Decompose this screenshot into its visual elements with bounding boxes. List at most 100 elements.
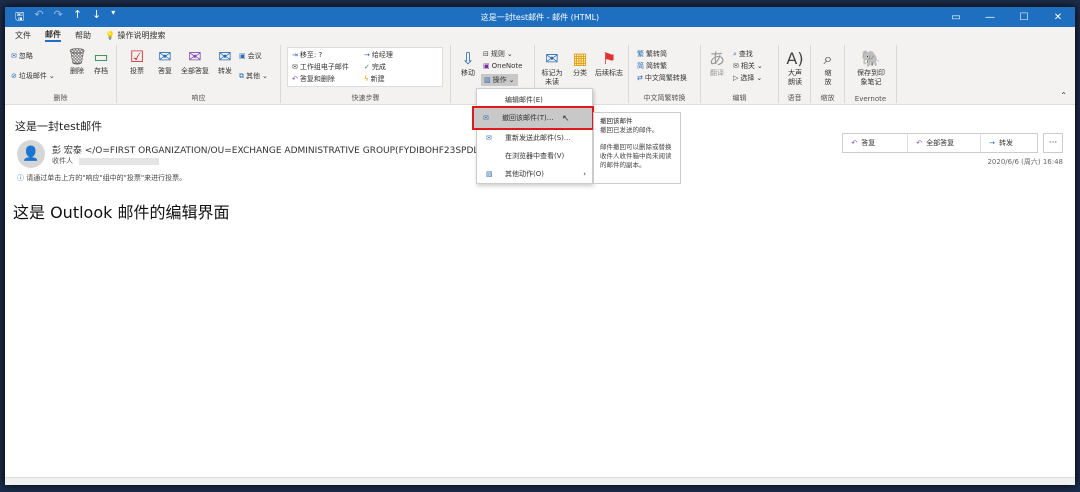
group-label: 响应 bbox=[191, 94, 206, 102]
up-icon[interactable]: ↑ bbox=[73, 8, 82, 27]
tab-file[interactable]: 文件 bbox=[15, 30, 31, 41]
redo-icon[interactable]: ↷ bbox=[54, 8, 63, 27]
mail-subject: 这是一封test邮件 bbox=[15, 120, 103, 133]
onenote-button[interactable]: ▣ OneNote bbox=[483, 62, 522, 70]
menu-item-edit-message[interactable]: 编辑邮件(E) bbox=[477, 91, 592, 109]
group-zoom: ⌕ 缩放 缩放 bbox=[811, 45, 845, 103]
related-label: 相关 bbox=[740, 62, 755, 70]
quick-step[interactable]: ✉ 工作组电子邮件 bbox=[292, 62, 349, 72]
horizontal-scrollbar[interactable] bbox=[5, 477, 1075, 485]
tooltip-text: 邮件撤回可以删除或替换收件人收件箱中尚未阅读的邮件的副本。 bbox=[600, 143, 672, 169]
rules-button[interactable]: ⊟ 规则 ⌄ bbox=[483, 49, 513, 59]
reply-all-label: 全部答复 bbox=[181, 67, 209, 75]
customize-icon[interactable]: ▾ bbox=[111, 8, 115, 27]
read-aloud-label: 大声朗读 bbox=[788, 69, 802, 86]
group-respond: ☑ 投票 ✉ 答复 ✉ 全部答复 ✉ 转发 ▣ 会议 ⧉ 其他 ⌄ 响应 bbox=[117, 45, 281, 103]
tab-mail[interactable]: 邮件 bbox=[45, 29, 61, 42]
ribbon-display-icon[interactable]: ▭ bbox=[939, 7, 973, 27]
move-label: 移动 bbox=[461, 69, 475, 77]
save-icon[interactable]: 🖫 bbox=[15, 8, 24, 27]
close-icon[interactable]: ✕ bbox=[1041, 7, 1075, 27]
quick-step[interactable]: ✓ 完成 bbox=[364, 62, 386, 72]
menu-item-other-actions[interactable]: ▨ 其他动作(O) › bbox=[477, 165, 592, 183]
vote-label: 投票 bbox=[130, 67, 144, 75]
forward-action-button[interactable]: → 转发 bbox=[981, 134, 1037, 152]
resend-icon: ✉ bbox=[486, 134, 492, 142]
quick-step[interactable]: → 给经理 bbox=[364, 50, 393, 60]
down-icon[interactable]: ↓ bbox=[92, 8, 101, 27]
read-aloud-button[interactable]: A) 大声朗读 bbox=[783, 49, 807, 87]
translate-button[interactable]: あ翻译 bbox=[705, 49, 729, 78]
ignore-label: 忽略 bbox=[18, 52, 33, 60]
minimize-icon[interactable]: — bbox=[973, 7, 1007, 27]
quick-steps-gallery: ⇥ 移至: ? ✉ 工作组电子邮件 ↶ 答复和删除 → 给经理 ✓ 完成 ϟ 新建 bbox=[287, 47, 443, 87]
t2s-button[interactable]: 繁繁转简 bbox=[637, 49, 667, 59]
group-evernote: 🐘 保存到印象笔记 Evernote bbox=[845, 45, 897, 103]
tell-me-search[interactable]: 💡 操作说明搜索 bbox=[105, 30, 166, 41]
more-actions-button[interactable]: ··· bbox=[1043, 133, 1063, 153]
recall-tooltip: 撤回该邮件 撤回已发送的邮件。 邮件撤回可以删除或替换收件人收件箱中尚未阅读的邮… bbox=[593, 112, 681, 184]
meeting-button[interactable]: ▣ 会议 bbox=[239, 51, 262, 61]
mail-date: 2020/6/6 (周六) 16:48 bbox=[987, 158, 1063, 166]
categorize-button[interactable]: ▦ 分类 bbox=[569, 49, 591, 78]
ignore-button[interactable]: ✉ 忽略 bbox=[11, 51, 33, 61]
quick-step-label: 完成 bbox=[371, 63, 386, 71]
menu-item-recall-message[interactable]: ✉ 撤回该邮件(T)... ↖ bbox=[472, 106, 594, 130]
reply-action-button[interactable]: ↶ 答复 bbox=[843, 134, 909, 152]
quick-step[interactable]: ϟ 新建 bbox=[364, 74, 385, 84]
followup-label: 后续标志 bbox=[595, 69, 623, 77]
category-icon: ▦ bbox=[572, 49, 588, 68]
tab-help[interactable]: 帮助 bbox=[75, 30, 91, 41]
zoom-label: 缩放 bbox=[824, 69, 832, 86]
s2t-button[interactable]: 简简转繁 bbox=[637, 61, 667, 71]
save-evernote-button[interactable]: 🐘 保存到印象笔记 bbox=[851, 49, 891, 87]
reply-label: 答复 bbox=[158, 67, 172, 75]
convert-button[interactable]: ⇄ 中文简繁转换 bbox=[637, 73, 687, 83]
zoom-button[interactable]: ⌕ 缩放 bbox=[817, 49, 839, 87]
group-label: 语音 bbox=[787, 94, 802, 102]
archive-button[interactable]: ▭ 存档 bbox=[91, 47, 111, 76]
mail-body[interactable]: 这是 Outlook 邮件的编辑界面 bbox=[13, 199, 229, 223]
meeting-icon: ▣ bbox=[239, 52, 246, 60]
evernote-label: 保存到印象笔记 bbox=[857, 69, 885, 86]
outlook-window: 🖫 ↶ ↷ ↑ ↓ ▾ 这是一封test邮件 - 邮件 (HTML) ▭ — ☐… bbox=[5, 7, 1075, 485]
related-button[interactable]: ✉ 相关 ⌄ bbox=[733, 61, 763, 71]
info-bar: ⓘ 请通过单击上方的"响应"组中的"投票"来进行投票。 bbox=[17, 173, 186, 183]
select-button[interactable]: ▷ 选择 ⌄ bbox=[733, 73, 762, 83]
menu-item-resend-message[interactable]: ✉ 重新发送此邮件(S)... bbox=[477, 129, 592, 147]
vote-button[interactable]: ☑ 投票 bbox=[125, 47, 149, 76]
mark-unread-button[interactable]: ✉ 标记为未读 bbox=[539, 49, 565, 87]
reply-all-button[interactable]: ✉ 全部答复 bbox=[179, 47, 211, 76]
forward-label: 转发 bbox=[999, 139, 1013, 147]
group-label: 编辑 bbox=[732, 94, 747, 102]
info-icon: ⓘ bbox=[17, 174, 24, 182]
more-respond-button[interactable]: ⧉ 其他 ⌄ bbox=[239, 71, 268, 81]
maximize-icon[interactable]: ☐ bbox=[1007, 7, 1041, 27]
mail-sender[interactable]: 彭 宏泰 </O=FIRST ORGANIZATION/OU=EXCHANGE … bbox=[52, 143, 489, 156]
undo-icon[interactable]: ↶ bbox=[34, 8, 43, 27]
avatar: 👤 bbox=[17, 140, 45, 168]
forward-button[interactable]: ✉ 转发 bbox=[213, 47, 237, 76]
quick-step-label: 新建 bbox=[370, 75, 385, 83]
group-label: 删除 bbox=[53, 94, 68, 102]
group-label: Evernote bbox=[854, 95, 887, 103]
reply-all-action-button[interactable]: ↶ 全部答复 bbox=[908, 134, 982, 152]
actions-dropdown-menu: 编辑邮件(E) ✉ 撤回该邮件(T)... ↖ ✉ 重新发送此邮件(S)... 在浏览… bbox=[472, 88, 594, 184]
move-button[interactable]: ⇩ 移动 bbox=[457, 49, 479, 78]
collapse-ribbon-icon[interactable]: ⌃ bbox=[1060, 91, 1067, 100]
junk-button[interactable]: ⊘ 垃圾邮件 ⌄ bbox=[11, 71, 55, 81]
archive-icon: ▭ bbox=[93, 47, 109, 66]
quick-step[interactable]: ⇥ 移至: ? bbox=[292, 50, 322, 60]
archive-label: 存档 bbox=[94, 67, 108, 75]
quick-step[interactable]: ↶ 答复和删除 bbox=[292, 74, 335, 84]
find-button[interactable]: ⌕ 查找 bbox=[733, 49, 753, 59]
delete-button[interactable]: 🗑 删除 bbox=[67, 47, 87, 76]
reply-button[interactable]: ✉ 答复 bbox=[153, 47, 177, 76]
translate-icon: あ bbox=[708, 49, 725, 68]
meeting-label: 会议 bbox=[247, 52, 262, 60]
reply-all-icon: ↶ bbox=[916, 139, 923, 147]
quick-step-label: 工作组电子邮件 bbox=[299, 63, 349, 71]
menu-item-view-in-browser[interactable]: 在浏览器中查看(V) bbox=[477, 147, 592, 165]
follow-up-button[interactable]: ⚑ 后续标志 bbox=[593, 49, 625, 78]
actions-button[interactable]: ▨ 操作 ⌄ bbox=[481, 74, 518, 86]
